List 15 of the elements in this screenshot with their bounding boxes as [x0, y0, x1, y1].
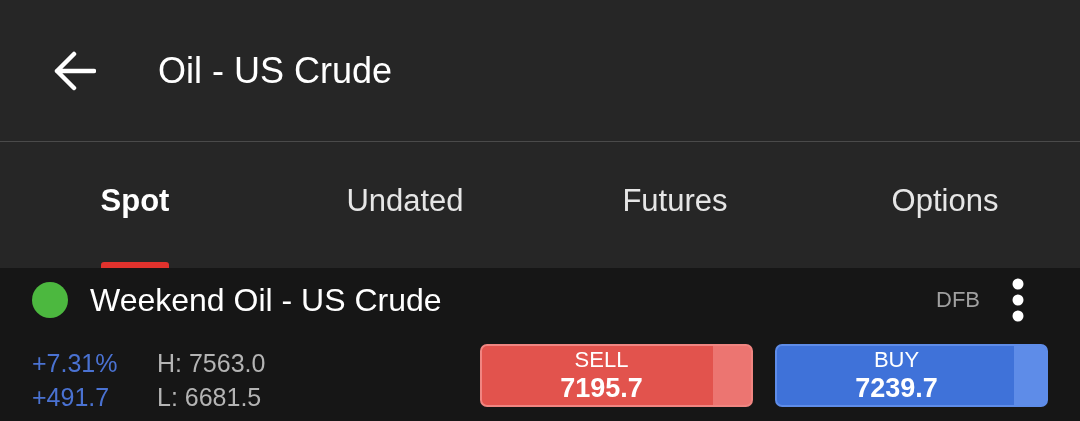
buy-button[interactable]: BUY 7239.7 [775, 344, 1048, 407]
high-price: H: 7563.0 [157, 348, 267, 379]
tab[interactable]: Options [810, 142, 1080, 268]
back-arrow-icon[interactable] [52, 50, 96, 91]
more-options-icon[interactable] [1012, 278, 1024, 322]
low-price: L: 6681.5 [157, 382, 263, 413]
tab[interactable]: Futures [540, 142, 810, 268]
sell-button[interactable]: SELL 7195.7 [480, 344, 753, 407]
tab[interactable]: Undated [270, 142, 540, 268]
change-percent: +7.31% [32, 348, 119, 379]
page-title: Oil - US Crude [158, 49, 393, 92]
change-points: +491.7 [32, 382, 111, 413]
market-name: Weekend Oil - US Crude [90, 281, 443, 319]
market-type-label: DFB [936, 287, 980, 313]
tab[interactable]: Spot [0, 142, 270, 268]
